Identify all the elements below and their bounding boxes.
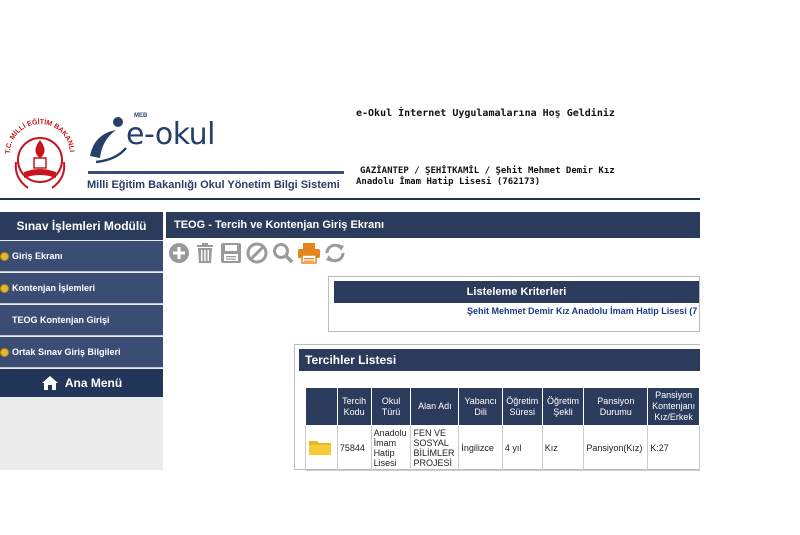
main-panel: TEOG - Tercih ve Kontenjan Giriş Ekranı bbox=[166, 212, 700, 471]
sidebar-item-label: Kontenjan İşlemleri bbox=[12, 283, 96, 293]
cancel-icon bbox=[246, 242, 268, 264]
header: T.C. MİLLİ EĞİTİM BAKANLIĞI MEB e-okul M… bbox=[0, 100, 800, 200]
table-cell: Pansiyon(Kız) bbox=[583, 425, 649, 471]
bullet-icon bbox=[0, 347, 9, 357]
table-cell: 4 yıl bbox=[501, 425, 543, 471]
system-title: Milli Eğitim Bakanlığı Okul Yönetim Bilg… bbox=[87, 179, 340, 191]
school-info-line1: GAZİANTEP / ŞEHİTKAMİL / Şehit Mehmet De… bbox=[360, 166, 615, 176]
sidebar-title: Sınav İşlemleri Modülü bbox=[0, 212, 163, 240]
sidebar-item-teog-kontenjan-girisi[interactable]: TEOG Kontenjan Girişi bbox=[0, 305, 163, 336]
save-button[interactable] bbox=[218, 240, 244, 266]
column-header: Pansiyon Durumu bbox=[583, 387, 649, 426]
sidebar-item-ortak-sinav[interactable]: Ortak Sınav Giriş Bilgileri bbox=[0, 337, 163, 368]
column-header: Pansiyon Kontenjanı Kız/Erkek bbox=[647, 387, 700, 426]
logo-text: e-okul bbox=[126, 117, 216, 152]
criteria-panel: Listeleme Kriterleri Şehit Mehmet Demir … bbox=[328, 276, 700, 332]
bullet-icon bbox=[0, 251, 9, 261]
add-button[interactable] bbox=[166, 240, 192, 266]
table-cell: 75844 bbox=[336, 425, 372, 471]
column-header: Tercih Kodu bbox=[336, 387, 372, 426]
column-header bbox=[305, 387, 338, 426]
sidebar-item-label: Giriş Ekranı bbox=[12, 251, 63, 261]
column-header: Alan Adı bbox=[410, 387, 460, 426]
refresh-icon bbox=[325, 243, 345, 263]
header-divider bbox=[88, 171, 344, 174]
home-menu-label: Ana Menü bbox=[64, 376, 123, 390]
sidebar-item-giris-ekrani[interactable]: Giriş Ekranı bbox=[0, 241, 163, 272]
bullet-icon bbox=[0, 283, 9, 293]
search-button[interactable] bbox=[270, 240, 296, 266]
print-icon bbox=[298, 243, 320, 264]
plus-icon bbox=[169, 243, 189, 263]
search-icon bbox=[273, 243, 294, 264]
cancel-button[interactable] bbox=[244, 240, 270, 266]
sidebar-item-kontenjan-islemleri[interactable]: Kontenjan İşlemleri bbox=[0, 273, 163, 304]
trash-icon bbox=[197, 243, 213, 263]
list-title: Tercihler Listesi bbox=[299, 349, 700, 371]
table-cell: Anadolu İmam Hatip Lisesi bbox=[370, 425, 412, 471]
table-cell: Kız bbox=[541, 425, 585, 471]
sidebar-item-label: Ortak Sınav Giriş Bilgileri bbox=[12, 347, 121, 357]
column-header: Öğretim Şekli bbox=[541, 387, 585, 426]
home-icon bbox=[41, 376, 58, 390]
page-title: TEOG - Tercih ve Kontenjan Giriş Ekranı bbox=[166, 212, 700, 238]
column-header: Yabancı Dili bbox=[458, 387, 503, 426]
refresh-button[interactable] bbox=[322, 240, 348, 266]
criteria-school-link[interactable]: Şehit Mehmet Demir Kız Anadolu İmam Hati… bbox=[329, 306, 699, 316]
welcome-text: e-Okul İnternet Uygulamalarına Hoş Geldi… bbox=[356, 108, 615, 119]
sidebar: Sınav İşlemleri Modülü Giriş Ekranı Kont… bbox=[0, 212, 163, 470]
column-header: Öğretim Süresi bbox=[501, 387, 543, 426]
table-cell: İngilizce bbox=[458, 425, 503, 471]
preferences-table: Tercih Kodu Okul Türü Alan Adı Yabancı D… bbox=[305, 387, 700, 471]
delete-button[interactable] bbox=[192, 240, 218, 266]
table-row[interactable]: 75844 Anadolu İmam Hatip Lisesi FEN VE S… bbox=[305, 425, 700, 471]
criteria-title: Listeleme Kriterleri bbox=[334, 281, 699, 303]
header-bottom-rule bbox=[0, 198, 700, 200]
folder-icon[interactable] bbox=[308, 438, 332, 456]
table-header-row: Tercih Kodu Okul Türü Alan Adı Yabancı D… bbox=[305, 387, 700, 426]
school-info-line2: Anadolu İmam Hatip Lisesi (762173) bbox=[356, 177, 541, 187]
column-header: Okul Türü bbox=[370, 387, 412, 426]
preferences-list-panel: Tercihler Listesi Tercih Kodu Okul Türü … bbox=[294, 344, 700, 471]
meb-emblem-logo: T.C. MİLLİ EĞİTİM BAKANLIĞI bbox=[0, 108, 75, 189]
print-button[interactable] bbox=[296, 240, 322, 266]
save-icon bbox=[221, 243, 241, 263]
sidebar-item-label: TEOG Kontenjan Girişi bbox=[12, 315, 110, 325]
toolbar bbox=[166, 238, 700, 268]
table-cell: FEN VE SOSYAL BİLİMLER PROJESİ bbox=[410, 425, 460, 471]
table-cell: K:27 bbox=[647, 425, 700, 471]
table-cell[interactable] bbox=[305, 425, 338, 471]
home-menu-button[interactable]: Ana Menü bbox=[0, 369, 163, 397]
